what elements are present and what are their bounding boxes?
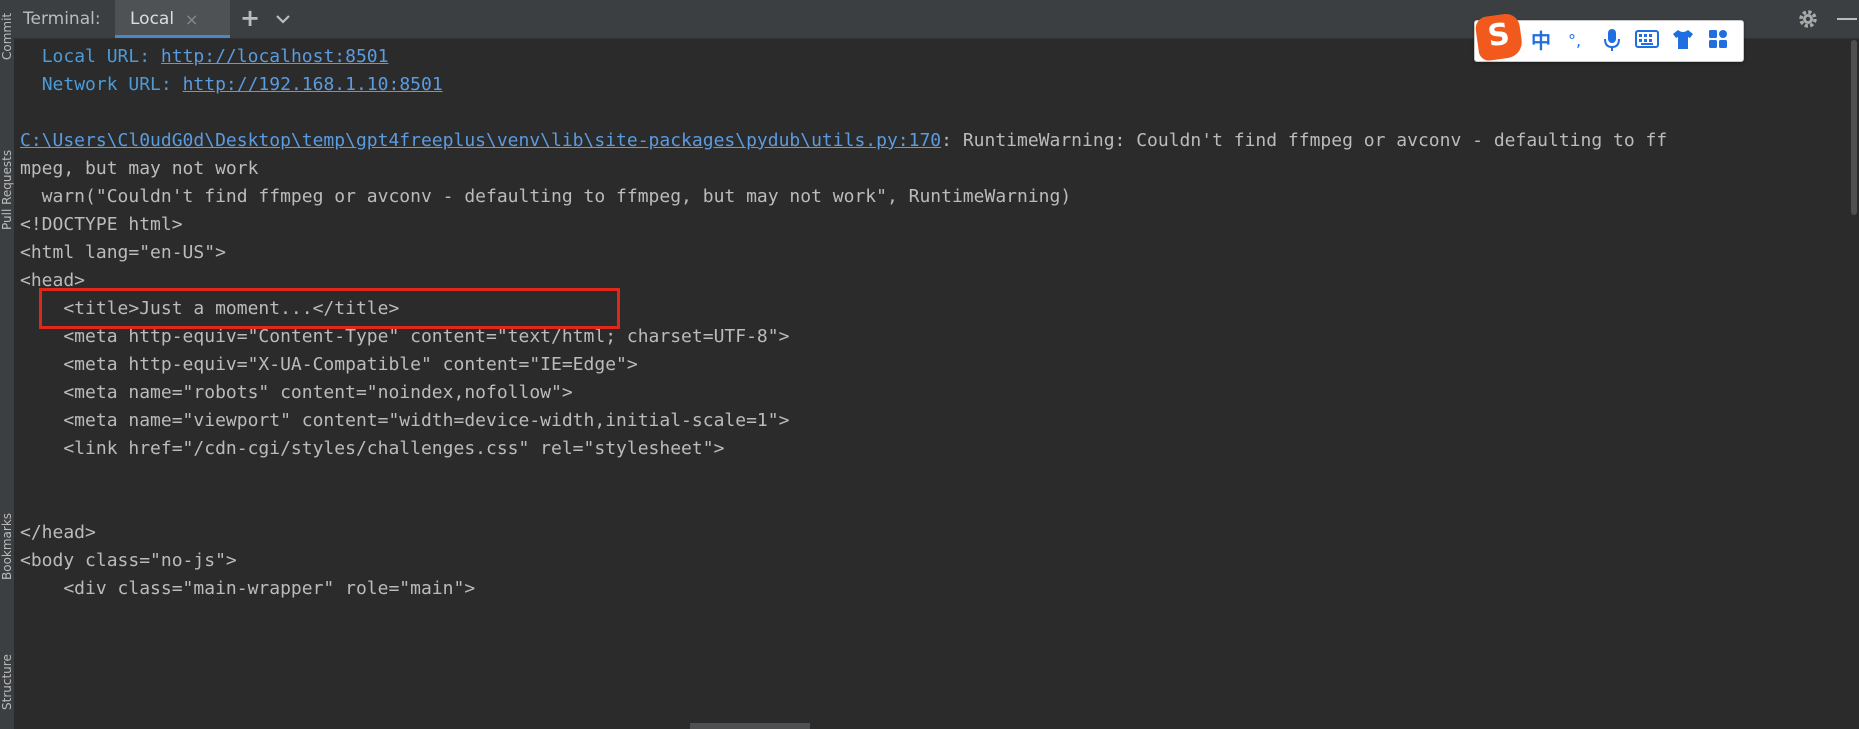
ime-mode-toggle[interactable]: 中 — [1531, 28, 1551, 54]
output-line: <div class="main-wrapper" role="main"> — [20, 578, 476, 599]
network-url-line: Network URL: http://192.168.1.10:8501 — [20, 74, 443, 96]
output-line: <meta http-equiv="Content-Type" content=… — [20, 326, 790, 347]
toolbox-icon[interactable] — [1707, 28, 1729, 54]
output-line: </head> — [20, 522, 96, 543]
sidebar-tab-bookmarks[interactable]: Bookmarks — [0, 470, 14, 580]
network-url-label: Network URL: — [41, 74, 172, 95]
sidebar-tab-structure[interactable]: Structure — [0, 610, 14, 710]
sogou-logo-letter: S — [1485, 16, 1512, 55]
terminal-title: Terminal: — [23, 9, 101, 29]
output-line: <link href="/cdn-cgi/styles/challenges.c… — [20, 438, 725, 459]
warning-wrap-line: mpeg, but may not work — [20, 158, 259, 179]
terminal-output[interactable]: Local URL: http://localhost:8501 Network… — [14, 39, 1845, 729]
skin-icon[interactable] — [1671, 28, 1695, 54]
local-url-label: Local URL: — [41, 46, 151, 67]
output-line: <meta name="viewport" content="width=dev… — [20, 410, 790, 431]
output-line: <html lang="en-US"> — [20, 242, 226, 263]
microphone-icon[interactable] — [1603, 28, 1621, 54]
warn-call-line: warn("Couldn't find ffmpeg or avconv - d… — [20, 186, 1072, 207]
vertical-scrollbar[interactable] — [1851, 40, 1857, 215]
keyboard-icon[interactable] — [1635, 28, 1659, 54]
ime-punctuation-toggle[interactable]: °, — [1568, 28, 1581, 54]
output-line: <meta http-equiv="X-UA-Compatible" conte… — [20, 354, 638, 375]
output-line: <body class="no-js"> — [20, 550, 237, 571]
ide-terminal-window: Commit Pull Requests Bookmarks Structure… — [0, 0, 1859, 729]
tab-local-label: Local — [130, 9, 175, 29]
minimize-icon[interactable] — [1837, 18, 1857, 20]
ime-toolbar[interactable]: S 中 °, — [1474, 12, 1744, 62]
network-url-link[interactable]: http://192.168.1.10:8501 — [183, 74, 443, 95]
sidebar-tab-commit[interactable]: Commit — [0, 0, 14, 60]
local-url-line: Local URL: http://localhost:8501 — [20, 46, 389, 68]
new-tab-button[interactable]: + — [236, 4, 264, 32]
gear-icon[interactable] — [1796, 7, 1820, 31]
chevron-down-icon[interactable] — [272, 8, 294, 30]
sogou-logo-icon[interactable]: S — [1474, 12, 1524, 62]
warning-message: : RuntimeWarning: Couldn't find ffmpeg o… — [941, 130, 1668, 151]
horizontal-scrollbar[interactable] — [690, 723, 810, 729]
close-icon[interactable]: × — [185, 10, 198, 29]
warning-line: C:\Users\Cl0udG0d\Desktop\temp\gpt4freep… — [20, 130, 1667, 152]
output-line: <!DOCTYPE html> — [20, 214, 183, 235]
local-url-link[interactable]: http://localhost:8501 — [161, 46, 389, 67]
tab-local[interactable]: Local × — [115, 0, 230, 38]
highlight-annotation-box — [39, 288, 620, 329]
left-tool-strip: Commit Pull Requests Bookmarks Structure — [0, 0, 15, 729]
output-line: <meta name="robots" content="noindex,nof… — [20, 382, 573, 403]
sidebar-tab-pull-requests[interactable]: Pull Requests — [0, 100, 14, 230]
warning-file-link[interactable]: C:\Users\Cl0udG0d\Desktop\temp\gpt4freep… — [20, 130, 941, 151]
